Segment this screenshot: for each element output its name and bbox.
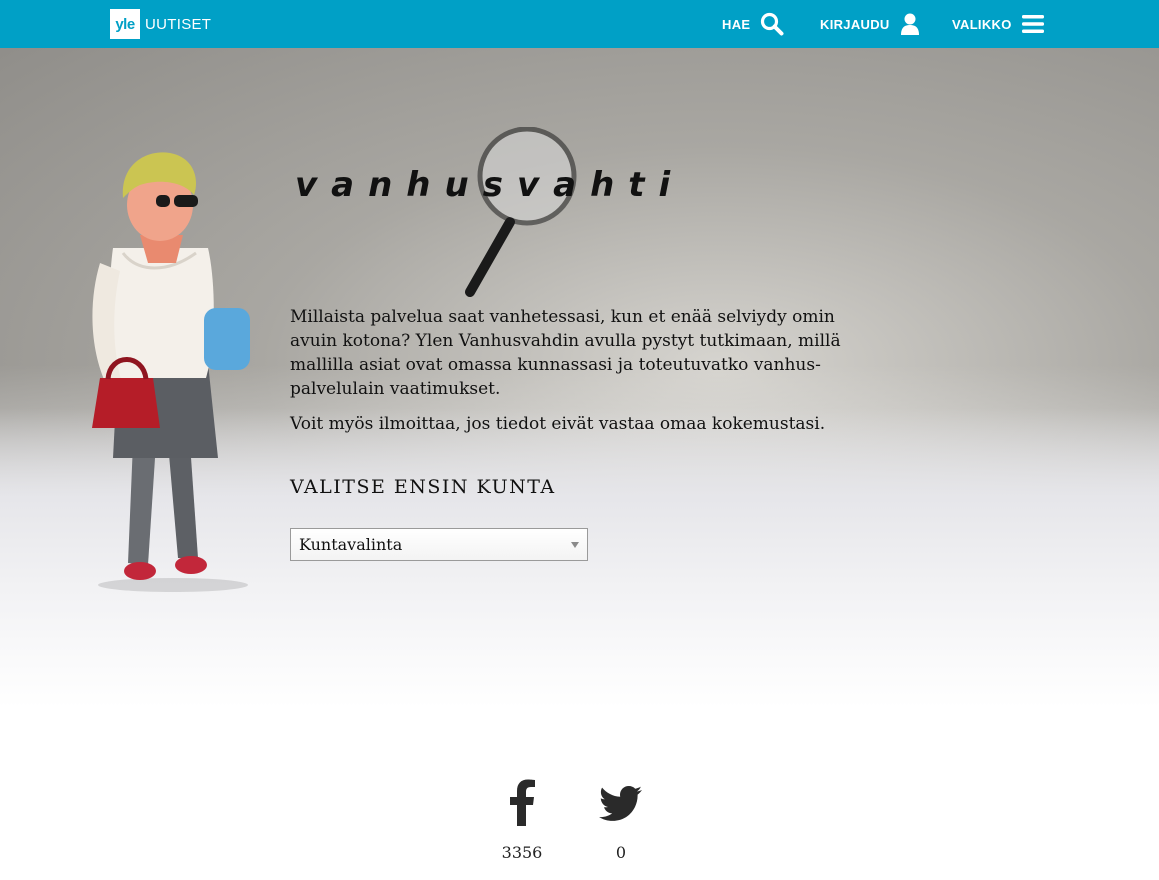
login-button[interactable]: KIRJAUDU [820,0,920,48]
municipality-select[interactable]: Kuntavalinta [290,528,588,561]
search-label: HAE [722,16,751,32]
municipality-select-value: Kuntavalinta [299,535,403,554]
hamburger-menu-icon [1021,15,1044,33]
user-icon [900,13,919,35]
choose-municipality-heading: VALITSE ENSIN KUNTA [290,476,556,498]
facebook-share-button[interactable]: 3356 [492,778,552,862]
uutiset-logo-text: UUTISET [145,15,212,33]
login-label: KIRJAUDU [820,16,890,32]
intro-paragraph: Millaista palvelua saat vanhetessasi, ku… [290,307,841,399]
twitter-share-count: 0 [615,843,627,862]
intro-paragraph: Voit myös ilmoittaa, jos tiedot eivät va… [290,414,826,434]
intro-text: Millaista palvelua saat vanhetessasi, ku… [290,305,865,447]
vanhusvahti-title: vanhusvahti [295,127,684,297]
facebook-icon [510,779,535,826]
menu-button[interactable]: VALIKKO [952,0,1044,48]
search-button[interactable]: HAE [722,0,784,48]
facebook-share-count: 3356 [501,843,543,862]
top-navigation-bar: yle UUTISET HAE KIRJAUDU VALIKKO [0,0,1159,48]
yle-logo-mark: yle [110,9,140,39]
search-icon [761,12,784,36]
magnifying-glass-icon [465,127,577,297]
twitter-share-button[interactable]: 0 [591,778,651,862]
elderly-woman-figurine-image [92,152,250,592]
page-title: vanhusvahti [295,165,685,205]
hero-section: vanhusvahti Millaista palvelua saat vanh… [0,48,1159,708]
yle-uutiset-logo[interactable]: yle UUTISET [110,9,211,39]
menu-label: VALIKKO [952,16,1012,32]
chevron-down-icon [571,542,579,548]
twitter-icon [599,786,642,821]
